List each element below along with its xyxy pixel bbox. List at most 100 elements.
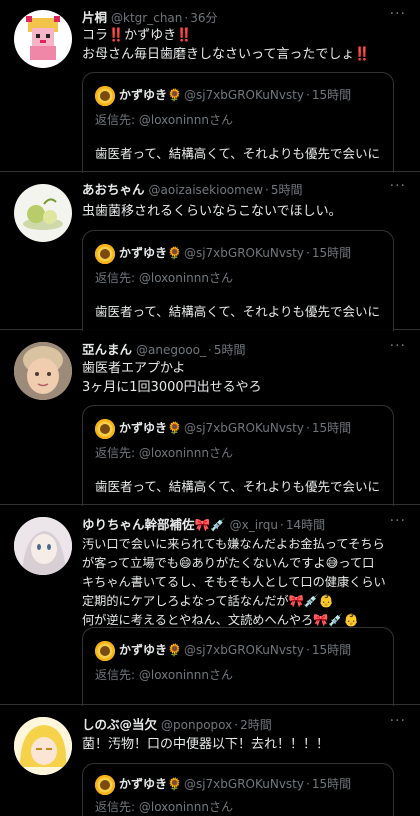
- tweet-text: 汚い口で会いに来られても嫌なんだよお金払ってそちら が客って立場でも😄ありがたく…: [82, 535, 402, 630]
- quoted-handle: @sj7xbGROKuNvsty: [183, 777, 304, 791]
- quoted-display-name: かずゆき🌻: [119, 421, 182, 435]
- quoted-header: かずゆき🌻 @sj7xbGROKuNvsty · 15時間: [95, 418, 352, 439]
- display-name[interactable]: ゆりちゃん幹部補佐🎀💉: [82, 517, 226, 532]
- tweet[interactable]: ゆりちゃん幹部補佐🎀💉 @x_irqu · 14時間 ··· 汚い口で会いに来られても…: [0, 505, 420, 706]
- avatar[interactable]: [14, 184, 72, 242]
- reply-prefix: 返信先:: [95, 668, 139, 682]
- text-line: コラ‼️かずゆき‼️: [82, 28, 193, 43]
- quoted-display-name: かずゆき🌻: [119, 643, 182, 657]
- tweet-header: あおちゃん @aoizaisekioomew · 5時間: [82, 181, 303, 199]
- reply-context: 返信先: @loxoninnnさん: [95, 798, 233, 815]
- quoted-header: かずゆき🌻 @sj7xbGROKuNvsty · 15時間: [95, 640, 352, 661]
- avatar[interactable]: [14, 517, 72, 575]
- separator: ·: [265, 183, 269, 197]
- tweet-header: 亞んまん @anegooo_ · 5時間: [82, 341, 245, 359]
- reply-to-link[interactable]: @loxoninnnさん: [139, 271, 233, 285]
- text-line: お母さん毎日歯磨きしなさいって言ったでしょ‼️: [82, 47, 371, 62]
- tweet-text: 菌！汚物！口の中便器以下！去れ！！！！: [82, 735, 402, 754]
- quoted-timestamp: 15時間: [311, 643, 352, 657]
- quoted-timestamp: 15時間: [311, 246, 352, 260]
- timestamp[interactable]: 14時間: [286, 518, 325, 532]
- text-line: 定期的にケアしろよなって話なんだが🎀💉👶: [82, 594, 335, 608]
- avatar[interactable]: [14, 717, 72, 775]
- user-handle[interactable]: @anegooo_: [136, 343, 206, 357]
- tweet[interactable]: あおちゃん @aoizaisekioomew · 5時間 ··· 虫歯菌移されるくらい…: [0, 172, 420, 331]
- reply-prefix: 返信先:: [95, 800, 139, 814]
- quoted-handle: @sj7xbGROKuNvsty: [183, 643, 304, 657]
- quoted-avatar: [95, 243, 115, 264]
- truncation-fade: [83, 317, 393, 331]
- reply-context: 返信先: @loxoninnnさん: [95, 666, 233, 683]
- text-line: 汚い口で会いに来られても嫌なんだよお金払ってそちら: [82, 537, 385, 551]
- user-handle[interactable]: @ktgr_chan: [111, 11, 182, 25]
- quoted-avatar: [95, 85, 115, 106]
- quoted-tweet[interactable]: かずゆき🌻 @sj7xbGROKuNvsty · 15時間 返信先: @loxonin…: [82, 72, 394, 173]
- timestamp[interactable]: 2時間: [240, 718, 272, 732]
- separator: ·: [306, 421, 310, 435]
- reply-to-link[interactable]: @loxoninnnさん: [139, 800, 233, 814]
- separator: ·: [306, 777, 310, 791]
- text-line: が客って立場でも😄ありがたくないんですよ😅って口: [82, 556, 375, 570]
- timestamp[interactable]: 5時間: [271, 183, 303, 197]
- quoted-handle: @sj7xbGROKuNvsty: [183, 88, 304, 102]
- more-options-icon[interactable]: ···: [390, 713, 406, 729]
- tweet-header: 片桐 @ktgr_chan · 36分: [82, 9, 218, 27]
- user-handle[interactable]: @ponpopox: [161, 718, 232, 732]
- reply-context: 返信先: @loxoninnnさん: [95, 111, 233, 128]
- avatar[interactable]: [14, 342, 72, 400]
- quoted-display-name: かずゆき🌻: [119, 246, 182, 260]
- quoted-tweet[interactable]: かずゆき🌻 @sj7xbGROKuNvsty · 15時間 返信先: @loxonin…: [82, 763, 394, 816]
- text-line: 3ヶ月に1回3000円出せるやろ: [82, 380, 262, 395]
- reply-to-link[interactable]: @loxoninnnさん: [139, 113, 233, 127]
- separator: ·: [208, 343, 212, 357]
- quoted-header: かずゆき🌻 @sj7xbGROKuNvsty · 15時間: [95, 774, 351, 795]
- quoted-text: 歯医者って、結構高くて、それよりも優先で会いに: [95, 479, 381, 494]
- more-options-icon[interactable]: ···: [390, 338, 406, 354]
- reply-to-link[interactable]: @loxoninnnさん: [139, 668, 233, 682]
- quoted-display-name: かずゆき🌻: [119, 88, 182, 102]
- tweet[interactable]: 亞んまん @anegooo_ · 5時間 ··· 歯医者エアプかよ 3ヶ月に1回300…: [0, 330, 420, 506]
- separator: ·: [280, 518, 284, 532]
- user-handle[interactable]: @x_irqu: [230, 518, 278, 532]
- display-name[interactable]: 片桐: [82, 10, 107, 25]
- reply-to-link[interactable]: @loxoninnnさん: [139, 446, 233, 460]
- quoted-tweet[interactable]: かずゆき🌻 @sj7xbGROKuNvsty · 15時間 返信先: @loxonin…: [82, 230, 394, 331]
- quoted-timestamp: 15時間: [311, 88, 352, 102]
- quoted-avatar: [95, 640, 115, 661]
- separator: ·: [306, 88, 310, 102]
- timestamp[interactable]: 5時間: [214, 343, 246, 357]
- quoted-tweet[interactable]: かずゆき🌻 @sj7xbGROKuNvsty · 15時間 返信先: @loxonin…: [82, 627, 394, 706]
- reply-context: 返信先: @loxoninnnさん: [95, 269, 233, 286]
- display-name[interactable]: あおちゃん: [82, 182, 145, 197]
- more-options-icon[interactable]: ···: [390, 6, 406, 22]
- text-line: 歯医者エアプかよ: [82, 361, 186, 376]
- tweet-text: コラ‼️かずゆき‼️ お母さん毎日歯磨きしなさいって言ったでしょ‼️: [82, 26, 402, 64]
- tweet[interactable]: しのぶ@当欠 @ponpopox · 2時間 ··· 菌！汚物！口の中便器以下！去れ！…: [0, 705, 420, 816]
- quoted-tweet[interactable]: かずゆき🌻 @sj7xbGROKuNvsty · 15時間 返信先: @loxonin…: [82, 405, 394, 506]
- quoted-handle: @sj7xbGROKuNvsty: [183, 421, 304, 435]
- quoted-header: かずゆき🌻 @sj7xbGROKuNvsty · 15時間: [95, 85, 352, 106]
- quoted-avatar: [95, 418, 115, 439]
- avatar[interactable]: [14, 10, 72, 68]
- more-options-icon[interactable]: ···: [390, 178, 406, 194]
- text-line: キちゃん書いてるし、そもそも人として口の健康くらい: [82, 575, 386, 589]
- tweet-header: しのぶ@当欠 @ponpopox · 2時間: [82, 716, 272, 734]
- separator: ·: [306, 643, 310, 657]
- display-name[interactable]: しのぶ@当欠: [82, 717, 157, 732]
- reply-prefix: 返信先:: [95, 113, 139, 127]
- tweet-header: ゆりちゃん幹部補佐🎀💉 @x_irqu · 14時間: [82, 516, 325, 534]
- reply-context: 返信先: @loxoninnnさん: [95, 444, 233, 461]
- user-handle[interactable]: @aoizaisekioomew: [149, 183, 264, 197]
- tweet[interactable]: 片桐 @ktgr_chan · 36分 ··· コラ‼️かずゆき‼️ お母さん毎日歯磨…: [0, 0, 420, 173]
- quoted-timestamp: 15時間: [311, 421, 352, 435]
- reply-prefix: 返信先:: [95, 271, 139, 285]
- quoted-handle: @sj7xbGROKuNvsty: [183, 246, 304, 260]
- tweet-text: 歯医者エアプかよ 3ヶ月に1回3000円出せるやろ: [82, 359, 402, 397]
- more-options-icon[interactable]: ···: [390, 513, 406, 529]
- display-name[interactable]: 亞んまん: [82, 342, 132, 357]
- tweet-text: 虫歯菌移されるくらいならこないでほしい。: [82, 202, 402, 221]
- timestamp[interactable]: 36分: [190, 11, 217, 25]
- quoted-header: かずゆき🌻 @sj7xbGROKuNvsty · 15時間: [95, 243, 352, 264]
- quoted-text: 歯医者って、結構高くて、それよりも優先で会いに: [95, 146, 381, 161]
- text-line: 虫歯菌移されるくらいならこないでほしい。: [82, 204, 342, 219]
